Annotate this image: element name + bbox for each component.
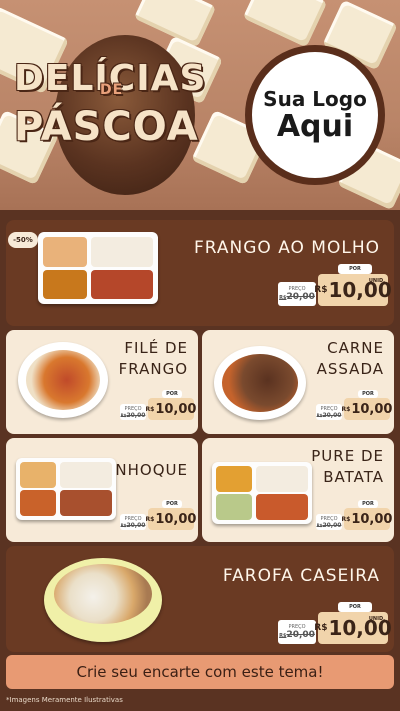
price-tag: PREÇO R$20,00 POR R$ 10,00 [120,390,196,420]
product-name: FILÉ DE FRANGO [118,339,188,378]
new-price: POR R$ 10,00 UNID. [314,602,392,644]
price-tag: PREÇO R$20,00 POR R$ 10,00 [120,500,196,530]
product-card-pure-de-batata[interactable]: PURE DE BATATA PREÇO R$20,00 POR R$ 10,00 [202,438,394,542]
product-name: NHOQUE [115,461,188,479]
new-price: POR R$ 10,00 [342,500,392,530]
discount-badge: -50% [8,232,38,248]
product-card-nhoque[interactable]: NHOQUE PREÇO R$20,00 POR R$ 10,00 [6,438,198,542]
title-line-2: PÁSCOA [14,104,199,150]
price-tag: PREÇO R$20,00 POR R$ 10,00 UNID. [278,602,392,644]
old-price: PREÇO R$20,00 [316,404,342,420]
food-image [214,346,306,420]
disclaimer-text: *Imagens Meramente Ilustrativas [6,696,123,704]
old-price: PREÇO R$20,00 [278,282,316,306]
price-tag: PREÇO R$20,00 POR R$ 10,00 [316,390,392,420]
old-price: PREÇO R$20,00 [316,514,342,530]
price-tag: PREÇO R$20,00 POR R$ 10,00 [316,500,392,530]
chocolate-piece [242,0,328,48]
product-card-file-de-frango[interactable]: FILÉ DE FRANGO PREÇO R$20,00 POR R$ 10,00 [6,330,198,434]
header-banner: DELÍCIAS DE PÁSCOA Sua Logo Aqui [0,0,400,210]
product-name: CARNE ASSADA [316,339,384,378]
new-price: POR R$ 10,00 [146,500,196,530]
product-card-farofa-caseira[interactable]: FAROFA CASEIRA PREÇO R$20,00 POR R$ 10,00… [6,546,394,652]
cta-banner[interactable]: Crie seu encarte com este tema! [6,655,394,689]
product-name: PURE DE BATATA [311,447,384,486]
product-name: FRANGO AO MOLHO [193,238,380,258]
new-price: POR R$ 10,00 [146,390,196,420]
product-name: FAROFA CASEIRA [222,566,380,586]
old-price: PREÇO R$20,00 [120,404,146,420]
food-image [38,232,158,304]
food-image [44,558,162,642]
food-image [18,342,108,418]
product-card-frango-ao-molho[interactable]: FRANGO AO MOLHO PREÇO R$20,00 POR R$ 10,0… [6,220,394,326]
old-price: PREÇO R$20,00 [120,514,146,530]
product-card-carne-assada[interactable]: CARNE ASSADA PREÇO R$20,00 POR R$ 10,00 [202,330,394,434]
new-price: POR R$ 10,00 UNID. [314,264,392,306]
price-tag: PREÇO R$20,00 POR R$ 10,00 UNID. [278,264,392,306]
new-price: POR R$ 10,00 [342,390,392,420]
old-price: PREÇO R$20,00 [278,620,316,644]
logo-text-line-2: Aqui [276,108,354,144]
title-connector: DE [100,82,124,98]
logo-placeholder[interactable]: Sua Logo Aqui [245,45,385,185]
logo-text-line-1: Sua Logo [263,86,367,111]
